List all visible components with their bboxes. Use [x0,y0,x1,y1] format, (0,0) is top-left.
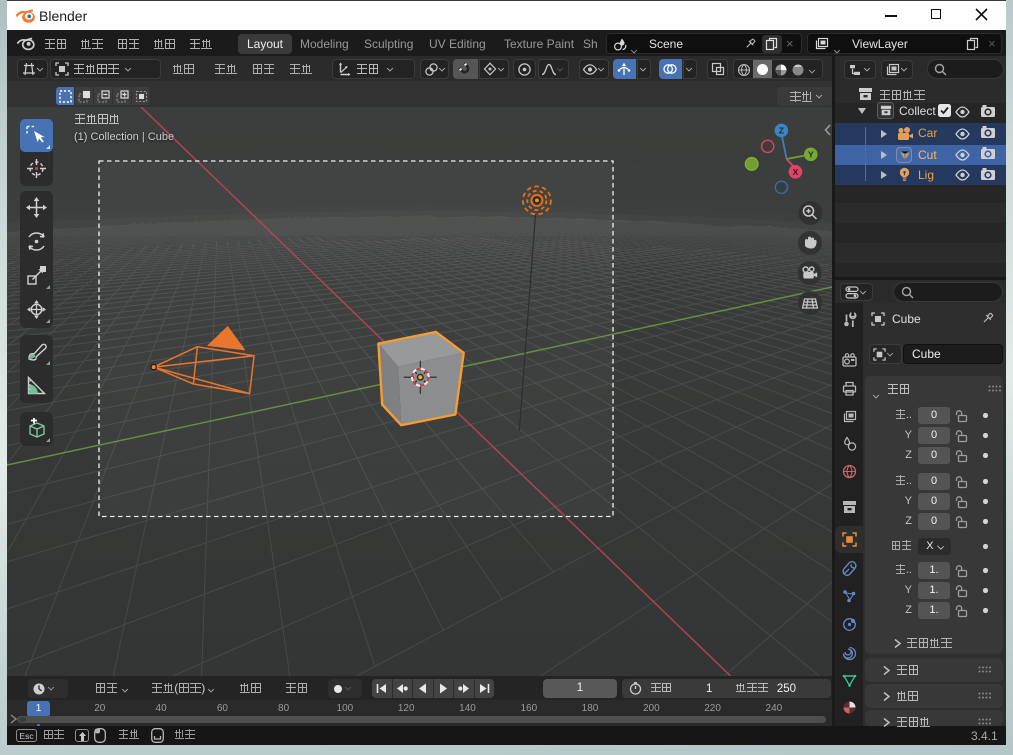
svg-text:Z: Z [779,125,784,135]
svg-text:X: X [793,167,799,177]
svg-text:Y: Y [808,149,814,159]
